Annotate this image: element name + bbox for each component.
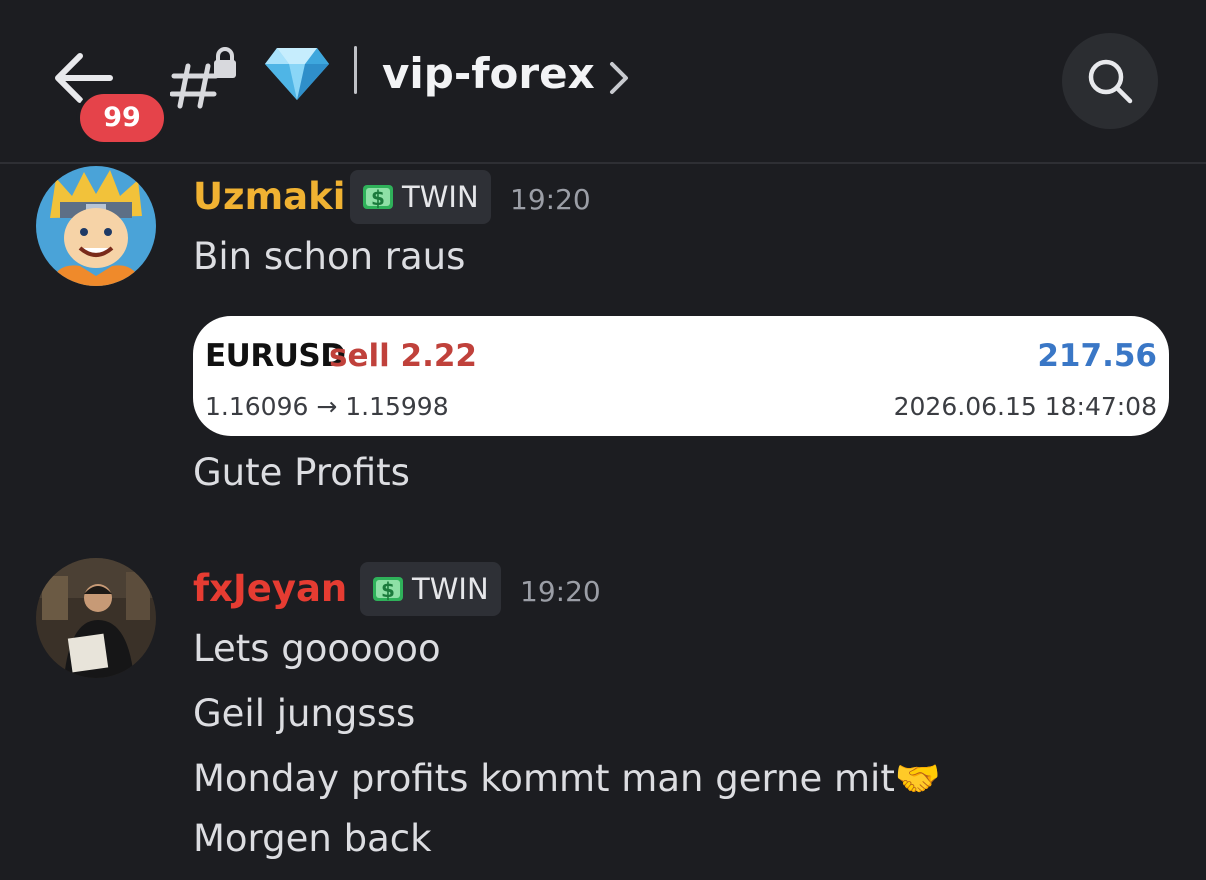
channel-header: 99 vip-forex	[0, 0, 1206, 164]
locked-channel-hash-icon	[170, 47, 236, 109]
dollar-icon: $	[363, 185, 393, 210]
role-tag[interactable]: $ TWIN	[360, 562, 501, 616]
title-divider	[354, 46, 357, 94]
message-text: Bin schon raus	[193, 235, 466, 278]
search-button[interactable]	[1062, 33, 1158, 129]
avatar-fxjeyan[interactable]	[36, 558, 156, 678]
trade-symbol: EURUSD	[205, 338, 346, 374]
role-name: TWIN	[402, 180, 479, 214]
channel-title[interactable]: vip-forex	[382, 46, 595, 102]
avatar-image	[36, 558, 156, 678]
gem-icon	[265, 48, 329, 100]
dollar-icon: $	[373, 577, 403, 602]
trade-profit: 217.56	[1037, 338, 1157, 374]
trade-prices: 1.16096 → 1.15998	[205, 392, 449, 421]
message-text: Gute Profits	[193, 451, 410, 494]
chevron-right-icon[interactable]	[606, 60, 632, 96]
avatar-image	[36, 166, 156, 286]
trade-datetime: 2026.06.15 18:47:08	[893, 392, 1157, 421]
timestamp: 19:20	[520, 575, 601, 608]
timestamp: 19:20	[510, 183, 591, 216]
message-text: Lets goooooo	[193, 627, 441, 670]
svg-text:$: $	[371, 186, 385, 210]
unread-badge: 99	[76, 90, 168, 146]
trade-side: sell 2.22	[329, 338, 478, 374]
username[interactable]: Uzmaki	[193, 172, 345, 222]
role-name: TWIN	[412, 572, 489, 606]
message-text: Monday profits kommt man gerne mit🤝	[193, 757, 941, 800]
message-text: Morgen back	[193, 817, 432, 860]
search-icon	[1088, 59, 1133, 104]
message-text: Geil jungsss	[193, 692, 416, 735]
avatar-uzmaki[interactable]	[36, 166, 156, 286]
username[interactable]: fxJeyan	[193, 564, 347, 614]
role-tag[interactable]: $ TWIN	[350, 170, 491, 224]
trade-card[interactable]: EURUSD sell 2.22 217.56 1.16096 → 1.1599…	[193, 316, 1169, 436]
svg-text:$: $	[381, 578, 395, 602]
